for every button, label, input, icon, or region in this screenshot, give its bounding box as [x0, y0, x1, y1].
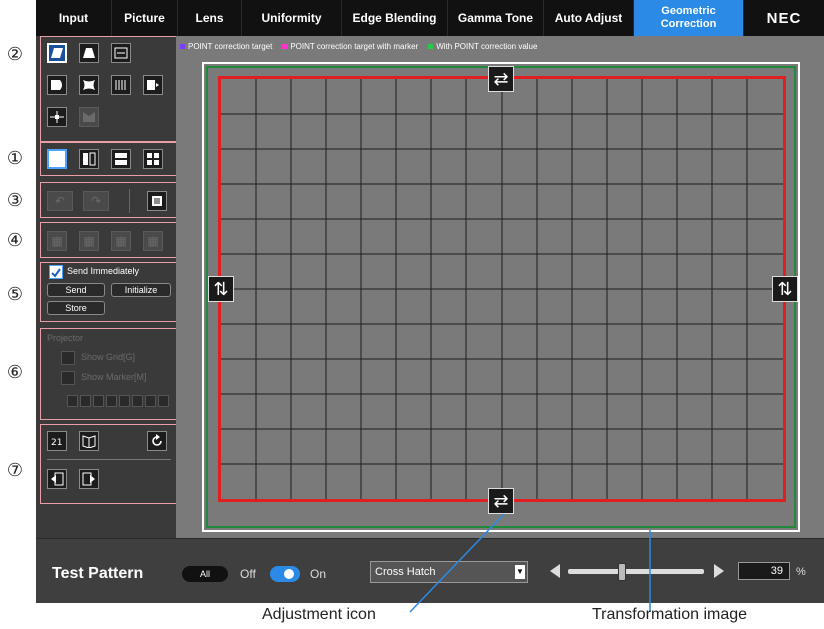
- callout-adjustment-icon: Adjustment icon: [262, 606, 376, 623]
- callout-transformation-image: Transformation image: [592, 606, 748, 623]
- callout-line-adjustment: [409, 513, 505, 613]
- callout-lines: [409, 513, 651, 613]
